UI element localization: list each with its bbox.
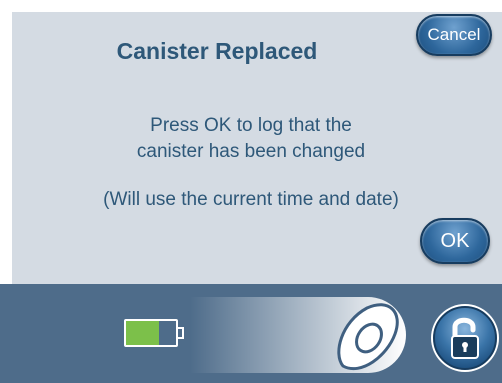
battery-level-fill [126,321,159,345]
dialog-message-line: Press OK to log that the [150,115,352,136]
slider-knob-graphic [337,303,399,371]
battery-icon [124,319,184,347]
ok-button[interactable]: OK [420,218,490,264]
dialog-message-line: canister has been changed [136,141,366,162]
dialog-message: Press OK to log that the canister has be… [12,113,490,165]
dialog-title: Canister Replaced [116,38,318,64]
padlock-unlocked-icon[interactable] [428,300,502,376]
cancel-button[interactable]: Cancel [416,14,492,56]
battery-tip [176,327,184,339]
dialog-note: (Will use the current time and date) [103,189,399,210]
unlock-slider-knob-icon[interactable] [333,300,401,372]
lock-button-graphic [431,304,499,372]
